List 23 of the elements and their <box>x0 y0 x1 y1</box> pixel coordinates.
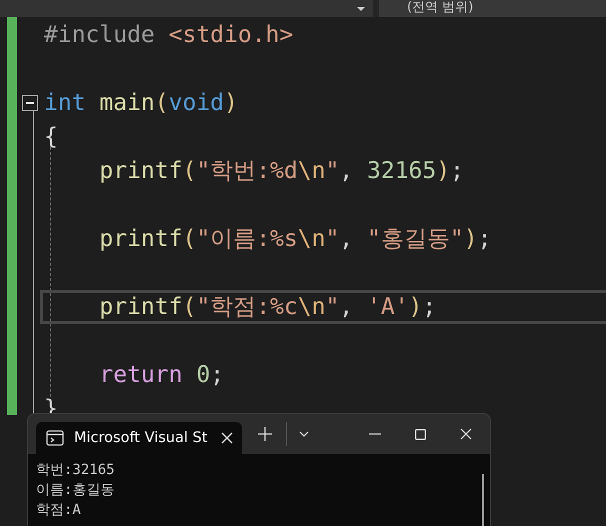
code-line: printf("학점:%c\n", 'A'); <box>98 293 436 322</box>
code-line: return 0; <box>98 361 224 390</box>
close-icon[interactable] <box>460 428 472 440</box>
console-output-line: 이름:홍길동 <box>36 481 116 500</box>
code-line: { <box>44 123 58 152</box>
caret-icon[interactable] <box>357 6 365 10</box>
code-line: printf("이름:%s\n", "홍길동"); <box>98 225 492 254</box>
maximize-icon[interactable] <box>415 428 426 440</box>
console-output-line: 학번:32165 <box>36 461 116 480</box>
console-icon <box>46 430 64 446</box>
collapse-icon[interactable] <box>22 95 38 111</box>
console-output-line: 학점:A <box>36 501 82 520</box>
minimize-icon[interactable] <box>369 433 381 435</box>
terminal-tab[interactable]: Microsoft Visual St <box>36 422 242 454</box>
chevron-down-icon[interactable] <box>299 431 309 437</box>
scrollbar[interactable] <box>482 474 484 526</box>
tab-title: Microsoft Visual St <box>74 430 208 446</box>
new-tab-icon[interactable] <box>258 427 272 441</box>
code-line: printf("학번:%d\n", 32165); <box>98 157 464 186</box>
code-line: #include <stdio.h> <box>44 21 294 50</box>
scope-dropdown[interactable]: (전역 범위) <box>373 0 606 17</box>
code-line: int main(void) <box>44 89 238 118</box>
close-icon[interactable] <box>221 432 234 444</box>
